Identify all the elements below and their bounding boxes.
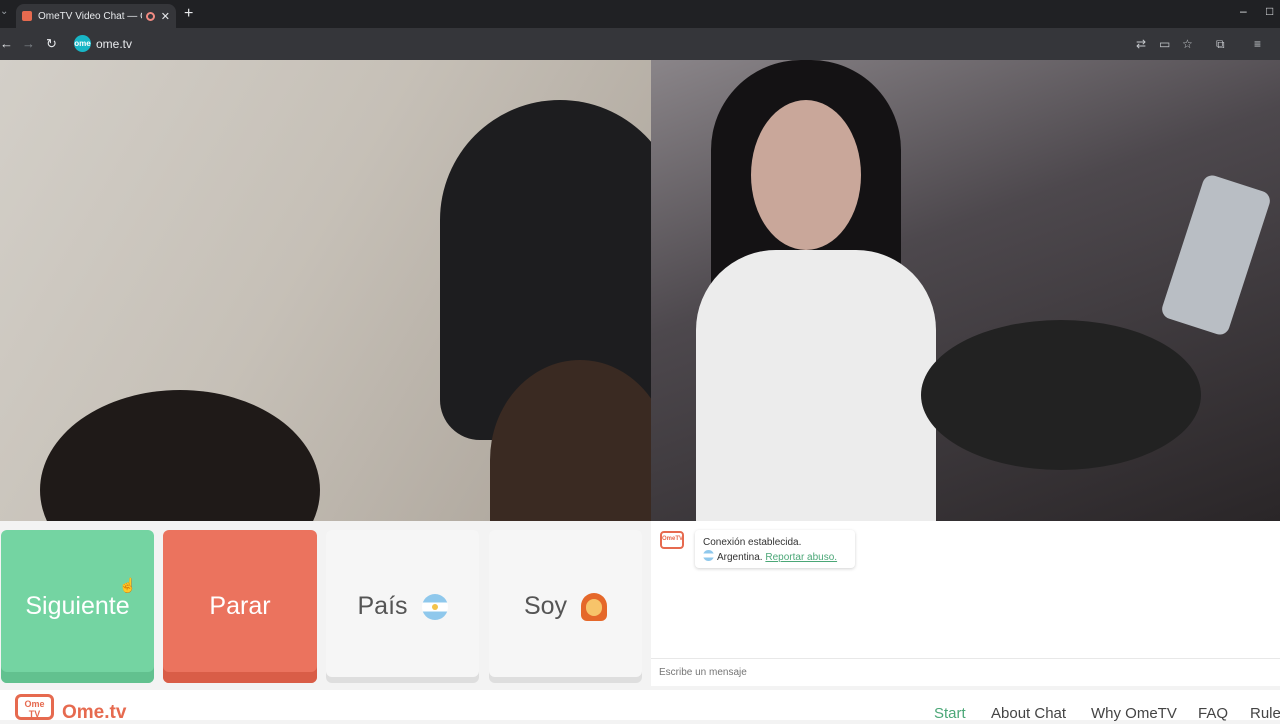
- chat-logo-icon: OmeTV: [660, 531, 684, 549]
- browser-tabstrip: ⌄ OmeTV Video Chat — Ome ✕ + – □: [0, 0, 1280, 28]
- extensions-icon[interactable]: ⧉: [1216, 36, 1225, 52]
- system-message: Conexión establecida. Argentina. Reporta…: [695, 530, 855, 568]
- nav-about-chat[interactable]: About Chat: [991, 705, 1066, 722]
- next-button[interactable]: Siguiente: [1, 530, 154, 683]
- address-bar[interactable]: ome.tv: [96, 37, 132, 51]
- browser-toolbar: ← → ↻ ome ome.tv ⇄ ▭ ☆ ⧉ ≡: [0, 28, 1280, 60]
- new-tab-button[interactable]: +: [184, 5, 193, 23]
- next-button-label: Siguiente: [25, 592, 130, 620]
- media-icon[interactable]: ≡: [1254, 36, 1261, 52]
- brand-name[interactable]: Ome.tv: [62, 702, 126, 724]
- face-shape: [751, 100, 861, 250]
- browser-tab[interactable]: OmeTV Video Chat — Ome ✕: [16, 4, 176, 28]
- back-arrow-icon[interactable]: ←: [0, 36, 13, 52]
- nav-why-ometv[interactable]: Why OmeTV: [1091, 705, 1177, 722]
- stop-button-label: Parar: [209, 592, 271, 620]
- reload-icon[interactable]: ↻: [46, 36, 57, 52]
- recording-indicator-icon: [145, 11, 155, 21]
- logo-line-2: TV: [28, 709, 41, 719]
- window-minimize-button[interactable]: –: [1240, 4, 1247, 18]
- remote-video: [651, 60, 1280, 521]
- forward-arrow-icon[interactable]: →: [22, 36, 35, 52]
- logo-line-1: Ome: [24, 699, 45, 709]
- cup-shape: [1159, 172, 1273, 338]
- bike-shape: [921, 320, 1201, 470]
- stop-button[interactable]: Parar: [163, 530, 317, 683]
- argentina-flag-icon: [421, 593, 448, 620]
- site-info-icon[interactable]: ome: [74, 35, 91, 52]
- partner-country: Argentina.: [717, 552, 763, 563]
- ometv-logo[interactable]: Ome TV: [15, 694, 54, 720]
- partner-location: Argentina. Reportar abuso.: [703, 550, 847, 565]
- ometv-favicon-icon: [22, 11, 32, 21]
- tab-search-icon[interactable]: ⌄: [0, 6, 8, 17]
- tab-title: OmeTV Video Chat — Ome: [38, 10, 142, 22]
- tab-close-icon[interactable]: ✕: [161, 10, 170, 23]
- cast-icon[interactable]: ▭: [1159, 36, 1170, 52]
- gender-button[interactable]: Soy: [489, 530, 642, 683]
- cursor-icon: ☝: [119, 577, 137, 593]
- girl-emoji-icon: [581, 592, 608, 621]
- country-button[interactable]: País: [326, 530, 479, 683]
- translate-icon[interactable]: ⇄: [1136, 36, 1146, 52]
- chat-panel: OmeTV Conexión establecida. Argentina. R…: [651, 521, 1280, 686]
- bookmark-star-icon[interactable]: ☆: [1182, 36, 1193, 52]
- nav-start[interactable]: Start: [934, 705, 966, 722]
- gender-button-label: Soy: [523, 592, 568, 620]
- local-video: [0, 60, 651, 521]
- hair-shape: [40, 390, 320, 521]
- message-input[interactable]: [651, 658, 1280, 686]
- nav-rules[interactable]: Rules: [1250, 705, 1280, 722]
- report-abuse-link[interactable]: Reportar abuso.: [765, 552, 837, 563]
- site-footer: Ome TV Ome.tv Start About Chat Why OmeTV…: [0, 690, 1280, 723]
- window-maximize-button[interactable]: □: [1266, 4, 1273, 18]
- nav-faq[interactable]: FAQ: [1198, 705, 1228, 722]
- argentina-flag-icon: [703, 550, 714, 561]
- connection-status: Conexión establecida.: [703, 537, 802, 548]
- country-button-label: País: [357, 592, 408, 620]
- sweater-shape: [696, 250, 936, 521]
